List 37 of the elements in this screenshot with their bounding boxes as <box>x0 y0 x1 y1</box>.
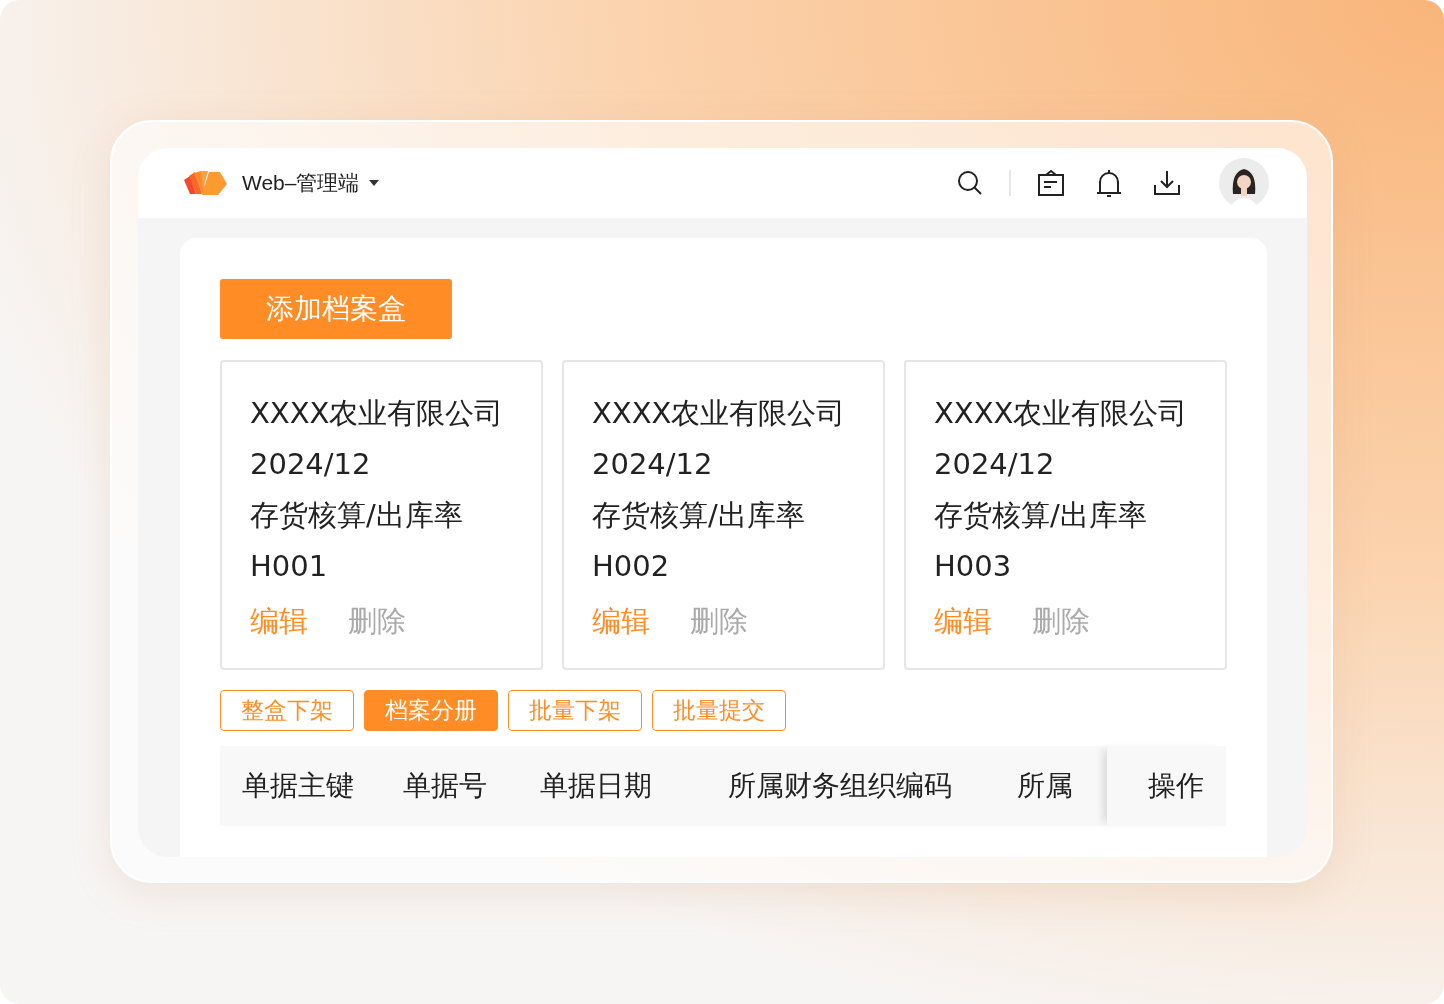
edit-link[interactable]: 编辑 <box>592 596 650 646</box>
avatar[interactable] <box>1219 158 1269 208</box>
caret-icon[interactable] <box>369 180 380 186</box>
column-header: 所属 <box>1017 768 1074 804</box>
column-header: 单据号 <box>403 768 488 804</box>
column-header: 单据日期 <box>540 768 653 804</box>
clipboard-icon[interactable] <box>1037 169 1065 197</box>
category: 存货核算/出库率 <box>592 497 805 534</box>
search-icon[interactable] <box>957 170 983 196</box>
category: 存货核算/出库率 <box>250 497 463 534</box>
logo-icon <box>182 170 228 196</box>
batch-action-button[interactable]: 批量下架 <box>508 690 642 731</box>
box-code: H002 <box>592 548 670 585</box>
period: 2024/12 <box>934 446 1055 483</box>
period: 2024/12 <box>592 446 713 483</box>
app-title[interactable]: Web–管理端 <box>242 169 360 197</box>
add-archive-box-button[interactable]: 添加档案盒 <box>220 279 452 339</box>
download-icon[interactable] <box>1153 169 1181 197</box>
company-name: XXXX农业有限公司 <box>592 395 846 432</box>
company-name: XXXX农业有限公司 <box>250 395 504 432</box>
delete-link[interactable]: 删除 <box>690 596 748 646</box>
delete-link[interactable]: 删除 <box>1032 596 1090 646</box>
box-code: H003 <box>934 548 1012 585</box>
delete-link[interactable]: 删除 <box>348 596 406 646</box>
column-header: 操作 <box>1107 746 1226 826</box>
notification-icon[interactable] <box>1095 169 1123 197</box>
batch-action-button[interactable]: 整盒下架 <box>220 690 354 731</box>
column-header: 单据主键 <box>242 768 355 804</box>
column-header: 所属财务组织编码 <box>728 768 953 804</box>
company-name: XXXX农业有限公司 <box>934 395 1188 432</box>
edit-link[interactable]: 编辑 <box>934 596 992 646</box>
category: 存货核算/出库率 <box>934 497 1147 534</box>
batch-action-button[interactable]: 档案分册 <box>364 690 498 731</box>
box-code: H001 <box>250 548 328 585</box>
edit-link[interactable]: 编辑 <box>250 596 308 646</box>
batch-action-button[interactable]: 批量提交 <box>652 690 786 731</box>
period: 2024/12 <box>250 446 371 483</box>
